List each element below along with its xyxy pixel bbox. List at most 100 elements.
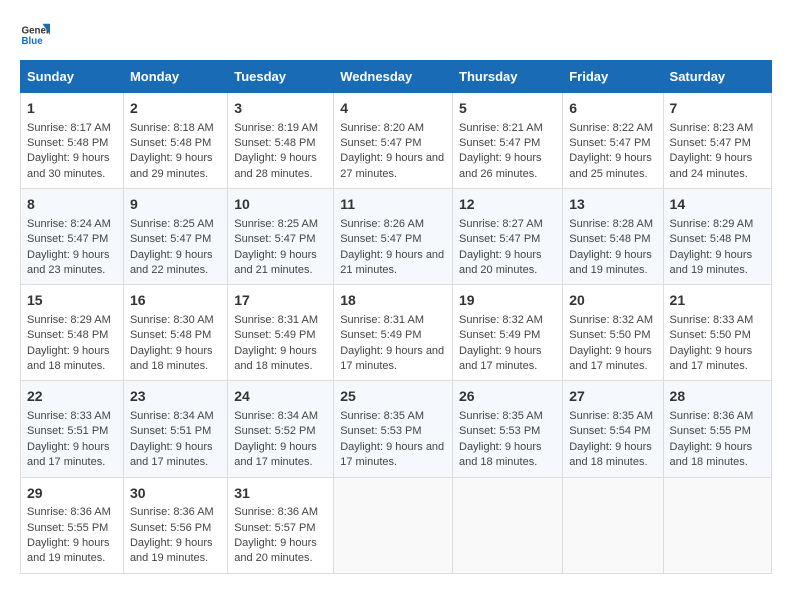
calendar-header-row: SundayMondayTuesdayWednesdayThursdayFrid… xyxy=(21,61,772,93)
calendar-week-row: 29Sunrise: 8:36 AMSunset: 5:55 PMDayligh… xyxy=(21,477,772,573)
calendar-cell: 6Sunrise: 8:22 AMSunset: 5:47 PMDaylight… xyxy=(563,93,663,189)
cell-daylight: Daylight: 9 hours and 30 minutes. xyxy=(27,152,110,179)
cell-daylight: Daylight: 9 hours and 26 minutes. xyxy=(459,152,542,179)
day-number: 20 xyxy=(569,291,656,311)
cell-sunrise: Sunrise: 8:20 AM xyxy=(340,122,424,134)
cell-sunset: Sunset: 5:53 PM xyxy=(459,425,540,437)
cell-sunrise: Sunrise: 8:18 AM xyxy=(130,122,214,134)
calendar-cell: 22Sunrise: 8:33 AMSunset: 5:51 PMDayligh… xyxy=(21,381,124,477)
cell-daylight: Daylight: 9 hours and 24 minutes. xyxy=(670,152,753,179)
cell-daylight: Daylight: 9 hours and 25 minutes. xyxy=(569,152,652,179)
cell-sunset: Sunset: 5:47 PM xyxy=(459,233,540,245)
day-number: 7 xyxy=(670,99,765,119)
day-number: 25 xyxy=(340,387,446,407)
cell-sunrise: Sunrise: 8:36 AM xyxy=(670,410,754,422)
cell-sunrise: Sunrise: 8:19 AM xyxy=(234,122,318,134)
cell-sunset: Sunset: 5:48 PM xyxy=(234,137,315,149)
cell-sunrise: Sunrise: 8:28 AM xyxy=(569,218,653,230)
cell-sunrise: Sunrise: 8:34 AM xyxy=(234,410,318,422)
calendar-cell: 7 Sunrise: 8:23 AM Sunset: 5:47 PM Daylight… xyxy=(663,93,771,189)
day-number: 5 xyxy=(459,99,556,119)
svg-text:Blue: Blue xyxy=(22,36,44,47)
calendar-cell: 4Sunrise: 8:20 AMSunset: 5:47 PMDaylight… xyxy=(334,93,453,189)
cell-sunrise: Sunrise: 8:36 AM xyxy=(27,506,111,518)
cell-sunrise: Sunrise: 8:23 AM xyxy=(670,122,754,134)
cell-sunset: Sunset: 5:49 PM xyxy=(340,329,421,341)
cell-daylight: Daylight: 9 hours and 22 minutes. xyxy=(130,249,213,276)
cell-sunset: Sunset: 5:50 PM xyxy=(670,329,751,341)
calendar-cell: 31Sunrise: 8:36 AMSunset: 5:57 PMDayligh… xyxy=(228,477,334,573)
calendar-cell xyxy=(663,477,771,573)
calendar-cell xyxy=(334,477,453,573)
cell-sunrise: Sunrise: 8:25 AM xyxy=(130,218,214,230)
day-number: 29 xyxy=(27,484,117,504)
cell-sunrise: Sunrise: 8:30 AM xyxy=(130,314,214,326)
day-number: 26 xyxy=(459,387,556,407)
cell-sunrise: Sunrise: 8:33 AM xyxy=(27,410,111,422)
day-number: 21 xyxy=(670,291,765,311)
calendar-cell xyxy=(453,477,563,573)
cell-sunset: Sunset: 5:47 PM xyxy=(670,137,751,149)
cell-sunset: Sunset: 5:55 PM xyxy=(670,425,751,437)
cell-daylight: Daylight: 9 hours and 18 minutes. xyxy=(234,345,317,372)
day-number: 10 xyxy=(234,195,327,215)
cell-sunset: Sunset: 5:47 PM xyxy=(340,137,421,149)
calendar-cell: 30Sunrise: 8:36 AMSunset: 5:56 PMDayligh… xyxy=(123,477,227,573)
cell-daylight: Daylight: 9 hours and 19 minutes. xyxy=(569,249,652,276)
day-number: 18 xyxy=(340,291,446,311)
day-number: 2 xyxy=(130,99,221,119)
cell-sunset: Sunset: 5:48 PM xyxy=(27,329,108,341)
day-number: 31 xyxy=(234,484,327,504)
day-of-week-header: Wednesday xyxy=(334,61,453,93)
cell-daylight: Daylight: 9 hours and 19 minutes. xyxy=(130,537,213,564)
cell-daylight: Daylight: 9 hours and 20 minutes. xyxy=(234,537,317,564)
calendar-cell: 14 Sunrise: 8:29 AM Sunset: 5:48 PM Dayligh… xyxy=(663,189,771,285)
cell-sunset: Sunset: 5:48 PM xyxy=(670,233,751,245)
cell-sunset: Sunset: 5:50 PM xyxy=(569,329,650,341)
day-number: 6 xyxy=(569,99,656,119)
calendar-cell: 24Sunrise: 8:34 AMSunset: 5:52 PMDayligh… xyxy=(228,381,334,477)
day-number: 4 xyxy=(340,99,446,119)
day-number: 9 xyxy=(130,195,221,215)
cell-sunrise: Sunrise: 8:29 AM xyxy=(27,314,111,326)
cell-sunrise: Sunrise: 8:25 AM xyxy=(234,218,318,230)
cell-daylight: Daylight: 9 hours and 17 minutes. xyxy=(670,345,753,372)
calendar-cell xyxy=(563,477,663,573)
day-number: 24 xyxy=(234,387,327,407)
cell-daylight: Daylight: 9 hours and 19 minutes. xyxy=(670,249,753,276)
calendar-cell: 12Sunrise: 8:27 AMSunset: 5:47 PMDayligh… xyxy=(453,189,563,285)
cell-daylight: Daylight: 9 hours and 18 minutes. xyxy=(130,345,213,372)
day-of-week-header: Thursday xyxy=(453,61,563,93)
cell-daylight: Daylight: 9 hours and 18 minutes. xyxy=(27,345,110,372)
cell-daylight: Daylight: 9 hours and 21 minutes. xyxy=(340,249,444,276)
day-number: 14 xyxy=(670,195,765,215)
cell-sunset: Sunset: 5:54 PM xyxy=(569,425,650,437)
calendar-cell: 20Sunrise: 8:32 AMSunset: 5:50 PMDayligh… xyxy=(563,285,663,381)
day-number: 19 xyxy=(459,291,556,311)
day-number: 17 xyxy=(234,291,327,311)
cell-sunset: Sunset: 5:47 PM xyxy=(130,233,211,245)
day-number: 15 xyxy=(27,291,117,311)
day-number: 11 xyxy=(340,195,446,215)
cell-sunrise: Sunrise: 8:21 AM xyxy=(459,122,543,134)
cell-sunset: Sunset: 5:48 PM xyxy=(27,137,108,149)
cell-sunset: Sunset: 5:47 PM xyxy=(27,233,108,245)
cell-sunset: Sunset: 5:47 PM xyxy=(234,233,315,245)
cell-sunrise: Sunrise: 8:26 AM xyxy=(340,218,424,230)
cell-sunrise: Sunrise: 8:27 AM xyxy=(459,218,543,230)
day-of-week-header: Saturday xyxy=(663,61,771,93)
cell-sunrise: Sunrise: 8:35 AM xyxy=(340,410,424,422)
calendar-cell: 9 Sunrise: 8:25 AM Sunset: 5:47 PM Daylight… xyxy=(123,189,227,285)
cell-sunrise: Sunrise: 8:29 AM xyxy=(670,218,754,230)
calendar-cell: 10 Sunrise: 8:25 AM Sunset: 5:47 PM Dayligh… xyxy=(228,189,334,285)
cell-daylight: Daylight: 9 hours and 21 minutes. xyxy=(234,249,317,276)
cell-sunrise: Sunrise: 8:34 AM xyxy=(130,410,214,422)
day-of-week-header: Friday xyxy=(563,61,663,93)
calendar-cell: 13Sunrise: 8:28 AMSunset: 5:48 PMDayligh… xyxy=(563,189,663,285)
cell-sunrise: Sunrise: 8:36 AM xyxy=(130,506,214,518)
cell-sunrise: Sunrise: 8:17 AM xyxy=(27,122,111,134)
calendar-cell: 21Sunrise: 8:33 AMSunset: 5:50 PMDayligh… xyxy=(663,285,771,381)
calendar-week-row: 8Sunrise: 8:24 AMSunset: 5:47 PMDaylight… xyxy=(21,189,772,285)
cell-sunrise: Sunrise: 8:24 AM xyxy=(27,218,111,230)
logo: General Blue xyxy=(20,20,50,50)
